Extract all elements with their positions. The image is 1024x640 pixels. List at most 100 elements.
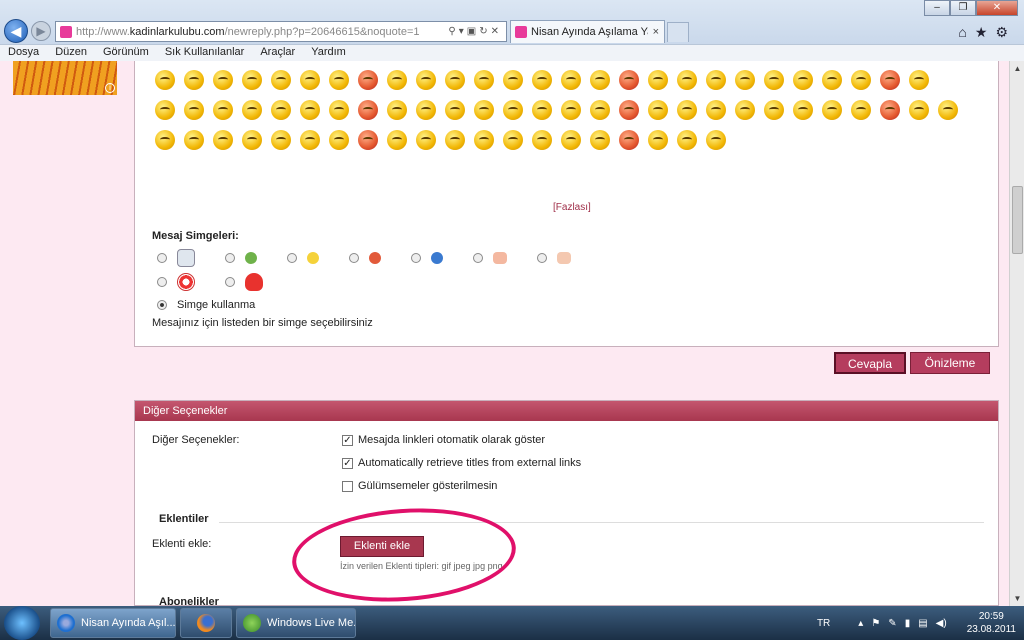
show-hidden-icons[interactable]: ▴	[858, 618, 863, 629]
smilie-icon[interactable]	[764, 70, 784, 90]
smilie-icon[interactable]	[474, 130, 494, 150]
home-icon[interactable]: ⌂	[958, 24, 974, 40]
search-icon[interactable]: ⚲	[448, 26, 458, 37]
menu-edit[interactable]: Düzen	[47, 45, 95, 61]
smilie-icon[interactable]	[329, 130, 349, 150]
smilie-icon[interactable]	[184, 70, 204, 90]
checkbox-parse-links[interactable]: ✓	[342, 434, 353, 446]
smilie-icon[interactable]	[619, 130, 639, 150]
smilie-icon[interactable]	[648, 130, 668, 150]
sidebar-banner-image[interactable]: i	[13, 61, 117, 95]
smilie-icon[interactable]	[184, 130, 204, 150]
smilie-icon[interactable]	[822, 100, 842, 120]
smilie-icon[interactable]	[677, 70, 697, 90]
new-tab-button[interactable]	[667, 22, 689, 42]
smilie-icon[interactable]	[213, 70, 233, 90]
no-icon-option[interactable]: Simge kullanma	[157, 299, 255, 311]
smilie-icon[interactable]	[880, 100, 900, 120]
smilie-icon[interactable]	[909, 100, 929, 120]
smilie-icon[interactable]	[242, 100, 262, 120]
menu-tools[interactable]: Araçlar	[252, 45, 303, 61]
smilie-icon[interactable]	[619, 70, 639, 90]
vertical-scrollbar[interactable]: ▲ ▼	[1009, 61, 1024, 606]
smilie-icon[interactable]	[416, 130, 436, 150]
smilie-icon[interactable]	[532, 130, 552, 150]
smilie-icon[interactable]	[706, 130, 726, 150]
minimize-button[interactable]: –	[924, 0, 950, 16]
smilie-icon[interactable]	[851, 70, 871, 90]
scrollbar-thumb[interactable]	[1012, 186, 1023, 254]
option-parse-links[interactable]: ✓ Mesajda linkleri otomatik olarak göste…	[342, 434, 545, 446]
volume-icon[interactable]: ◀)	[936, 618, 947, 629]
stop-icon[interactable]: ✕	[491, 26, 502, 37]
scroll-up-icon[interactable]: ▲	[1010, 61, 1024, 76]
taskbar-item-ie[interactable]: Nisan Ayında Aşıl...	[50, 608, 176, 638]
smilie-icon[interactable]	[590, 70, 610, 90]
smilie-icon[interactable]	[880, 70, 900, 90]
smilie-icon[interactable]	[503, 100, 523, 120]
smilie-icon[interactable]	[329, 100, 349, 120]
option-retrieve-titles[interactable]: ✓ Automatically retrieve titles from ext…	[342, 457, 581, 469]
smilie-icon[interactable]	[300, 100, 320, 120]
smilie-icon[interactable]	[416, 100, 436, 120]
gear-icon[interactable]: ⚙	[995, 24, 1016, 40]
smilie-icon[interactable]	[445, 70, 465, 90]
smilie-icon[interactable]	[300, 130, 320, 150]
signal-icon[interactable]: ▮	[905, 618, 911, 629]
smilie-icon[interactable]	[851, 100, 871, 120]
smilie-icon[interactable]	[213, 130, 233, 150]
smilie-icon[interactable]	[532, 70, 552, 90]
icon-radio[interactable]	[157, 253, 167, 263]
tab-active[interactable]: Nisan Ayında Aşılama Yaptı... ×	[510, 20, 665, 43]
icon-radio[interactable]	[473, 253, 483, 263]
smilie-icon[interactable]	[793, 100, 813, 120]
start-button[interactable]	[4, 606, 40, 640]
smilie-icon[interactable]	[909, 70, 929, 90]
smilie-icon[interactable]	[155, 70, 175, 90]
smilie-icon[interactable]	[561, 70, 581, 90]
smilie-icon[interactable]	[242, 130, 262, 150]
smilie-icon[interactable]	[387, 70, 407, 90]
menu-favorites[interactable]: Sık Kullanılanlar	[157, 45, 253, 61]
smilie-icon[interactable]	[155, 100, 175, 120]
refresh-icon[interactable]: ↻	[479, 26, 490, 37]
preview-button[interactable]: Önizleme	[910, 352, 990, 374]
tab-close-icon[interactable]: ×	[648, 26, 664, 38]
address-bar[interactable]: http://www.kadinlarkulubu.com/newreply.p…	[55, 21, 507, 42]
icon-radio[interactable]	[157, 277, 167, 287]
smilie-icon[interactable]	[358, 130, 378, 150]
smilie-icon[interactable]	[503, 130, 523, 150]
menu-help[interactable]: Yardım	[303, 45, 354, 61]
checkbox-retrieve-titles[interactable]: ✓	[342, 457, 353, 469]
smilie-icon[interactable]	[271, 130, 291, 150]
smilie-icon[interactable]	[387, 100, 407, 120]
dropdown-icon[interactable]: ▾	[459, 26, 467, 37]
address-tools[interactable]: ⚲▾▣↻✕	[448, 26, 506, 37]
smilie-icon[interactable]	[445, 130, 465, 150]
smilie-icon[interactable]	[474, 70, 494, 90]
info-icon[interactable]: i	[105, 83, 115, 93]
taskbar-item-firefox[interactable]	[180, 608, 232, 638]
taskbar-item-messenger[interactable]: Windows Live Me...	[236, 608, 356, 638]
smilie-icon[interactable]	[619, 100, 639, 120]
smilie-icon[interactable]	[648, 70, 668, 90]
smilie-icon[interactable]	[532, 100, 552, 120]
smilie-icon[interactable]	[213, 100, 233, 120]
smilie-icon[interactable]	[503, 70, 523, 90]
smilie-icon[interactable]	[300, 70, 320, 90]
clock[interactable]: 20:59 23.08.2011	[967, 610, 1016, 636]
smilie-icon[interactable]	[184, 100, 204, 120]
scroll-down-icon[interactable]: ▼	[1010, 591, 1024, 606]
smilie-icon[interactable]	[590, 100, 610, 120]
smilie-icon[interactable]	[358, 100, 378, 120]
icon-radio[interactable]	[225, 277, 235, 287]
favorites-star-icon[interactable]: ★	[975, 24, 996, 40]
smilie-icon[interactable]	[561, 130, 581, 150]
smilie-icon[interactable]	[735, 100, 755, 120]
smilie-icon[interactable]	[387, 130, 407, 150]
icon-radio[interactable]	[287, 253, 297, 263]
back-button[interactable]: ◀	[4, 19, 28, 43]
icon-radio[interactable]	[225, 253, 235, 263]
smilie-icon[interactable]	[590, 130, 610, 150]
smilie-icon[interactable]	[561, 100, 581, 120]
